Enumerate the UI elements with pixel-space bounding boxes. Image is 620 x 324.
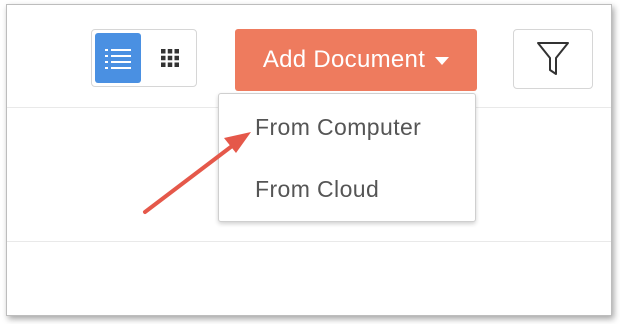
filter-button[interactable] [513, 29, 593, 89]
caret-down-icon [435, 57, 450, 65]
grid-view-button[interactable] [147, 33, 193, 83]
row-divider [7, 241, 611, 242]
add-document-button[interactable]: Add Document [235, 29, 477, 91]
list-view-button[interactable] [95, 33, 141, 83]
filter-funnel-icon [537, 42, 569, 75]
view-toggle [91, 29, 197, 87]
dropdown-item-label: From Computer [255, 113, 422, 140]
add-document-dropdown: From Computer From Cloud [218, 93, 476, 222]
dropdown-item-from-computer[interactable]: From Computer [219, 102, 475, 152]
app-window: Add Document From Computer From Cloud [6, 4, 612, 316]
add-document-label: Add Document [262, 46, 426, 73]
grid-view-icon [161, 49, 179, 67]
dropdown-item-from-cloud[interactable]: From Cloud [219, 164, 475, 214]
dropdown-item-label: From Cloud [255, 175, 380, 202]
list-view-icon [105, 49, 131, 69]
